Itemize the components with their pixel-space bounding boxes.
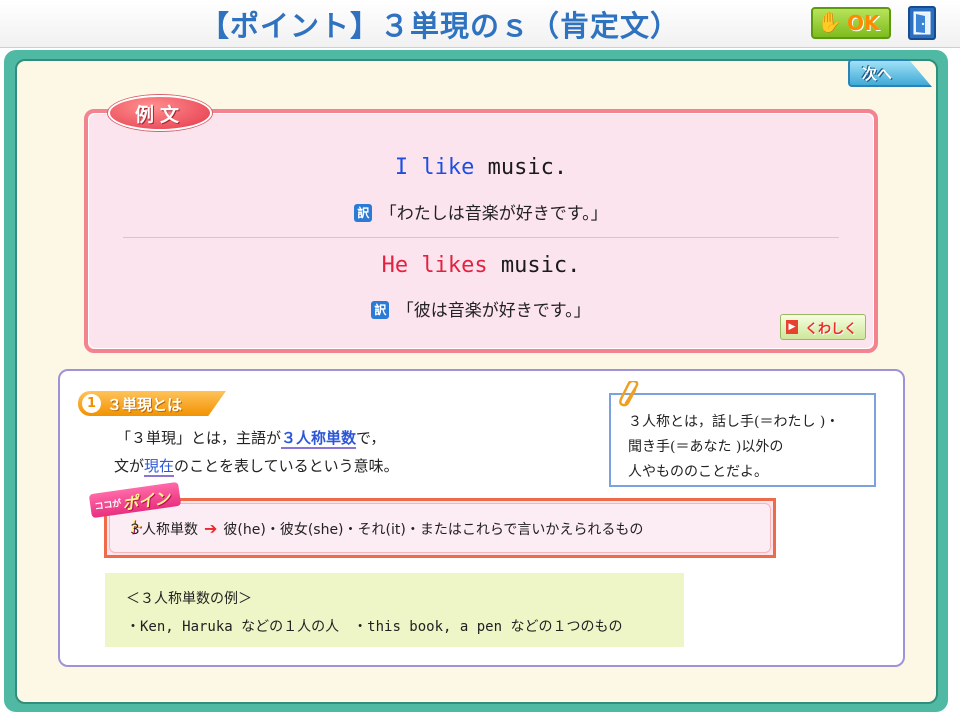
ok-label: OK [847, 11, 880, 35]
translation-icon: 訳 [371, 301, 390, 319]
note-line-1: ３人称とは，話し手(＝わたし )・ [628, 414, 840, 430]
point-badge-small: ココが [93, 498, 123, 513]
sentence1-object: music. [487, 155, 568, 180]
details-button[interactable]: ▶ くわしく [780, 314, 866, 340]
paperclip-icon [619, 381, 639, 407]
sentence1-subject: I [394, 155, 409, 180]
definition-line-2-pre: 文が [114, 457, 145, 475]
example-item-2: ・this book, a pen などの１つのもの [353, 619, 623, 635]
page-title: 【ポイント】３単現のｓ（肯定文） [199, 9, 680, 43]
translation-2: 訳 「彼は音楽が好きです。」 [84, 296, 878, 321]
next-label: 次へ [862, 65, 893, 83]
translation-1: 訳 「わたしは音楽が好きです。」 [84, 199, 878, 224]
sentence2-object: music. [500, 253, 581, 278]
door-icon [913, 11, 931, 35]
point-text: ３人称単数 ➔ 彼(he)・彼女(she)・それ(it)・またはこれらで言いかえられ… [128, 519, 643, 539]
ok-button[interactable]: ✋ OK [811, 7, 891, 39]
sentence2-verb: likes [421, 253, 488, 278]
point-description: 彼(he)・彼女(she)・それ(it)・またはこれらで言いかえられるもの [223, 522, 644, 538]
exit-button[interactable] [908, 6, 936, 40]
note-line-2: 聞き手(＝あなた )以外の [628, 439, 784, 455]
section-1-number: 1 [82, 394, 101, 413]
play-arrow-icon: ▶ [786, 320, 798, 334]
definition-line-1-post: で， [356, 429, 386, 447]
point-label: ３人称単数 [128, 522, 198, 538]
note-line-3: 人やもののことだよ。 [628, 464, 768, 480]
definition-line-2: 文が現在のことを表しているという意味。 [114, 455, 399, 477]
translation-icon: 訳 [354, 204, 373, 222]
definition-line-1: 「３単現」とは，主語が３人称単数で， [116, 427, 386, 449]
example-badge: 例文 [108, 95, 212, 131]
examples-heading: ＜３人称単数の例＞ [126, 591, 252, 607]
definition-line-2-post: のことを表しているという意味。 [174, 457, 399, 475]
translation-1-text: 「わたしは音楽が好きです。」 [379, 204, 608, 224]
translation-2-text: 「彼は音楽が好きです。」 [396, 301, 591, 321]
ok-hand-icon: ✋ [817, 10, 842, 34]
example-divider [123, 237, 839, 238]
details-label: くわしく [805, 322, 858, 337]
definition-line-1-pre: 「３単現」とは，主語が [116, 429, 282, 447]
section-1-title: ３単現とは [107, 396, 183, 414]
arrow-right-icon: ➔ [204, 519, 218, 538]
title-bar: 【ポイント】３単現のｓ（肯定文） ✋ OK [0, 0, 960, 48]
example-badge-label: 例文 [134, 104, 185, 126]
examples-items: ・Ken, Haruka などの１人の人 ・this book, a pen な… [126, 616, 622, 636]
example-sentence-1: I like music. [84, 155, 878, 180]
sentence2-subject: He [381, 253, 409, 278]
example-sentence-2: He likes music. [84, 253, 878, 278]
example-item-1: ・Ken, Haruka などの１人の人 [126, 619, 340, 635]
present-term: 現在 [144, 457, 175, 477]
sentence1-verb: like [421, 155, 475, 180]
third-person-singular-term: ３人称単数 [281, 429, 357, 449]
